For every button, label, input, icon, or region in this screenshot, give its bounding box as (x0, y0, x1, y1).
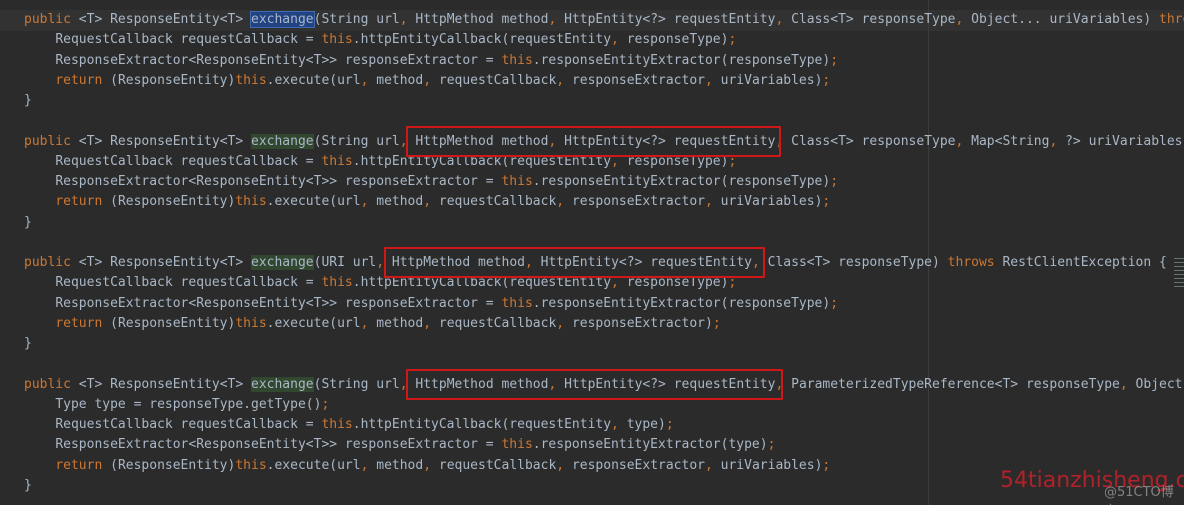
code-editor[interactable]: public <T> ResponseEntity<T> exchange(St… (0, 0, 1184, 505)
scrollbar-markers[interactable] (1174, 258, 1184, 290)
code-line[interactable]: } (24, 213, 32, 233)
code-line[interactable]: return (ResponseEntity)this.execute(url,… (24, 71, 830, 91)
code-line[interactable]: return (ResponseEntity)this.execute(url,… (24, 314, 720, 334)
method-name-exchange: exchange (251, 376, 314, 392)
code-line[interactable]: ResponseExtractor<ResponseEntity<T>> res… (24, 51, 838, 71)
method-name-exchange: exchange (250, 11, 315, 28)
code-line[interactable]: public <T> ResponseEntity<T> exchange(St… (24, 10, 1184, 30)
code-line[interactable]: ResponseExtractor<ResponseEntity<T>> res… (24, 435, 775, 455)
code-line[interactable]: return (ResponseEntity)this.execute(url,… (24, 456, 830, 476)
code-line[interactable]: RequestCallback requestCallback = this.h… (24, 30, 736, 50)
annotation-box-3 (406, 369, 783, 400)
code-line[interactable]: RequestCallback requestCallback = this.h… (24, 415, 673, 435)
annotation-box-2 (384, 247, 765, 278)
code-line[interactable]: ResponseExtractor<ResponseEntity<T>> res… (24, 294, 838, 314)
code-line[interactable]: } (24, 334, 32, 354)
annotation-box-1 (406, 126, 781, 157)
method-name-exchange: exchange (251, 255, 314, 270)
code-line[interactable]: return (ResponseEntity)this.execute(url,… (24, 192, 830, 212)
code-line[interactable]: } (24, 91, 32, 111)
code-line[interactable]: } (24, 476, 32, 496)
code-line[interactable]: Type type = responseType.getType(); (24, 395, 329, 415)
method-name-exchange: exchange (251, 133, 314, 149)
watermark-platform: @51CTO博客 (1104, 485, 1174, 505)
code-line[interactable]: ResponseExtractor<ResponseEntity<T>> res… (24, 172, 838, 192)
